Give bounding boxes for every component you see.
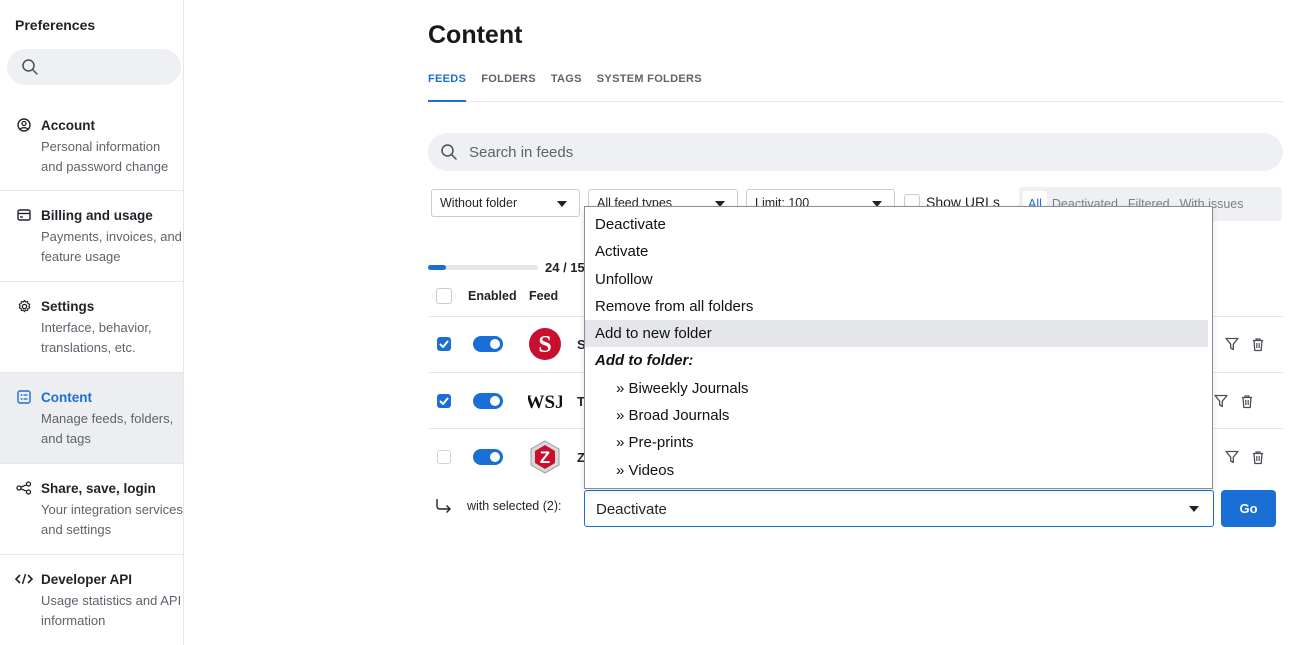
- sidebar-item-content[interactable]: Content Manage feeds, folders, and tags: [0, 373, 183, 464]
- bulk-action-value: Deactivate: [596, 501, 667, 518]
- row-checkbox[interactable]: [437, 394, 451, 408]
- arrow-turn-right-icon: [436, 499, 451, 513]
- share-icon: [15, 479, 33, 497]
- bulk-action-label: with selected (2):: [435, 498, 561, 514]
- search-icon: [441, 144, 457, 160]
- trash-icon[interactable]: [1251, 337, 1265, 352]
- sidebar-item-desc: Payments, invoices, and feature usage: [41, 229, 182, 264]
- sidebar-item-label: Share, save, login: [41, 480, 156, 496]
- feed-logo-text: WSJ: [528, 392, 562, 413]
- column-header-enabled: Enabled: [468, 289, 517, 303]
- sidebar-item-desc: Usage statistics and API information: [41, 593, 182, 628]
- sidebar-item-settings[interactable]: Settings Interface, behavior, translatio…: [0, 282, 183, 373]
- row-actions: [1225, 450, 1265, 465]
- select-all-checkbox[interactable]: [436, 288, 452, 304]
- content-list-icon: [15, 388, 33, 406]
- sidebar-item-desc: Interface, behavior, translations, etc.: [41, 320, 152, 355]
- with-selected-label: with selected (2):: [467, 499, 562, 513]
- content-tabs: FEEDS FOLDERS TAGS SYSTEM FOLDERS: [428, 72, 1283, 102]
- sidebar-item-account[interactable]: Account Personal information and passwor…: [0, 114, 183, 191]
- tab-system-folders[interactable]: SYSTEM FOLDERS: [597, 72, 702, 102]
- row-actions: [1214, 394, 1254, 409]
- row-checkbox[interactable]: [437, 337, 451, 351]
- feed-logo: S: [529, 328, 561, 360]
- row-checkbox[interactable]: [437, 450, 451, 464]
- feeds-search-bar: [428, 133, 1283, 171]
- sidebar-item-label: Content: [41, 389, 92, 405]
- feed-usage-progress: [428, 265, 538, 270]
- enabled-toggle[interactable]: [473, 393, 503, 409]
- trash-icon[interactable]: [1240, 394, 1254, 409]
- option-folder-videos[interactable]: » Videos: [585, 457, 1212, 484]
- folder-filter-value: Without folder: [440, 196, 518, 210]
- sidebar-item-label: Developer API: [41, 571, 133, 587]
- option-folder-biweekly-journals[interactable]: » Biweekly Journals: [585, 375, 1212, 402]
- folder-filter-select[interactable]: Without folder: [431, 189, 580, 217]
- check-icon: [439, 340, 449, 348]
- option-unfollow[interactable]: Unfollow: [585, 266, 1208, 293]
- sidebar-item-billing[interactable]: Billing and usage Payments, invoices, an…: [0, 191, 183, 282]
- search-icon: [22, 59, 38, 75]
- bulk-action-select[interactable]: Deactivate: [584, 490, 1214, 527]
- feed-logo-text: S: [538, 332, 551, 358]
- sidebar-item-share[interactable]: Share, save, login Your integration serv…: [0, 464, 183, 555]
- column-header-feed: Feed: [529, 289, 559, 303]
- go-button[interactable]: Go: [1221, 490, 1276, 527]
- page-title: Content: [428, 21, 523, 49]
- sidebar-item-label: Billing and usage: [41, 207, 153, 223]
- sidebar-item-label: Account: [41, 117, 95, 133]
- trash-icon[interactable]: [1251, 450, 1265, 465]
- sidebar-item-label: Settings: [41, 298, 95, 314]
- progress-fill: [428, 265, 446, 270]
- check-icon: [439, 397, 449, 405]
- sidebar: Preferences Account Personal information…: [0, 0, 184, 645]
- option-activate[interactable]: Activate: [585, 238, 1208, 265]
- option-group-add-to-folder: Add to folder:: [595, 352, 694, 370]
- gear-icon: [15, 297, 33, 315]
- code-icon: [15, 570, 33, 588]
- sidebar-item-desc: Your integration services and settings: [41, 502, 183, 537]
- feeds-search-input[interactable]: [469, 133, 1249, 171]
- caret-down-icon: [1189, 506, 1199, 512]
- feed-logo-text: Z: [540, 448, 550, 467]
- sidebar-search[interactable]: [7, 49, 181, 85]
- filter-icon[interactable]: [1225, 337, 1239, 351]
- tab-folders[interactable]: FOLDERS: [481, 72, 536, 102]
- option-deactivate[interactable]: Deactivate: [585, 211, 1208, 238]
- credit-card-icon: [15, 206, 33, 224]
- bulk-action-dropdown: Deactivate Activate Unfollow Remove from…: [584, 206, 1213, 489]
- sidebar-title: Preferences: [15, 17, 96, 33]
- feed-logo: WSJ: [528, 392, 562, 413]
- filter-icon[interactable]: [1225, 450, 1239, 464]
- filter-icon[interactable]: [1214, 394, 1228, 408]
- sidebar-item-developer-api[interactable]: Developer API Usage statistics and API i…: [0, 555, 183, 645]
- sidebar-item-desc: Manage feeds, folders, and tags: [41, 411, 174, 446]
- tab-tags[interactable]: TAGS: [551, 72, 582, 102]
- tab-feeds[interactable]: FEEDS: [428, 72, 467, 102]
- feed-logo: Z: [530, 440, 560, 474]
- option-folder-pre-prints[interactable]: » Pre-prints: [585, 429, 1212, 456]
- row-actions: [1225, 337, 1265, 352]
- enabled-toggle[interactable]: [473, 336, 503, 352]
- account-circle-icon: [15, 116, 33, 134]
- enabled-toggle[interactable]: [473, 449, 503, 465]
- option-remove-from-all-folders[interactable]: Remove from all folders: [585, 293, 1208, 320]
- feed-usage-count: 24 / 15: [545, 260, 585, 275]
- option-folder-broad-journals[interactable]: » Broad Journals: [585, 402, 1212, 429]
- sidebar-item-desc: Personal information and password change: [41, 139, 169, 174]
- caret-down-icon: [557, 201, 567, 207]
- option-add-to-new-folder[interactable]: Add to new folder: [585, 320, 1208, 348]
